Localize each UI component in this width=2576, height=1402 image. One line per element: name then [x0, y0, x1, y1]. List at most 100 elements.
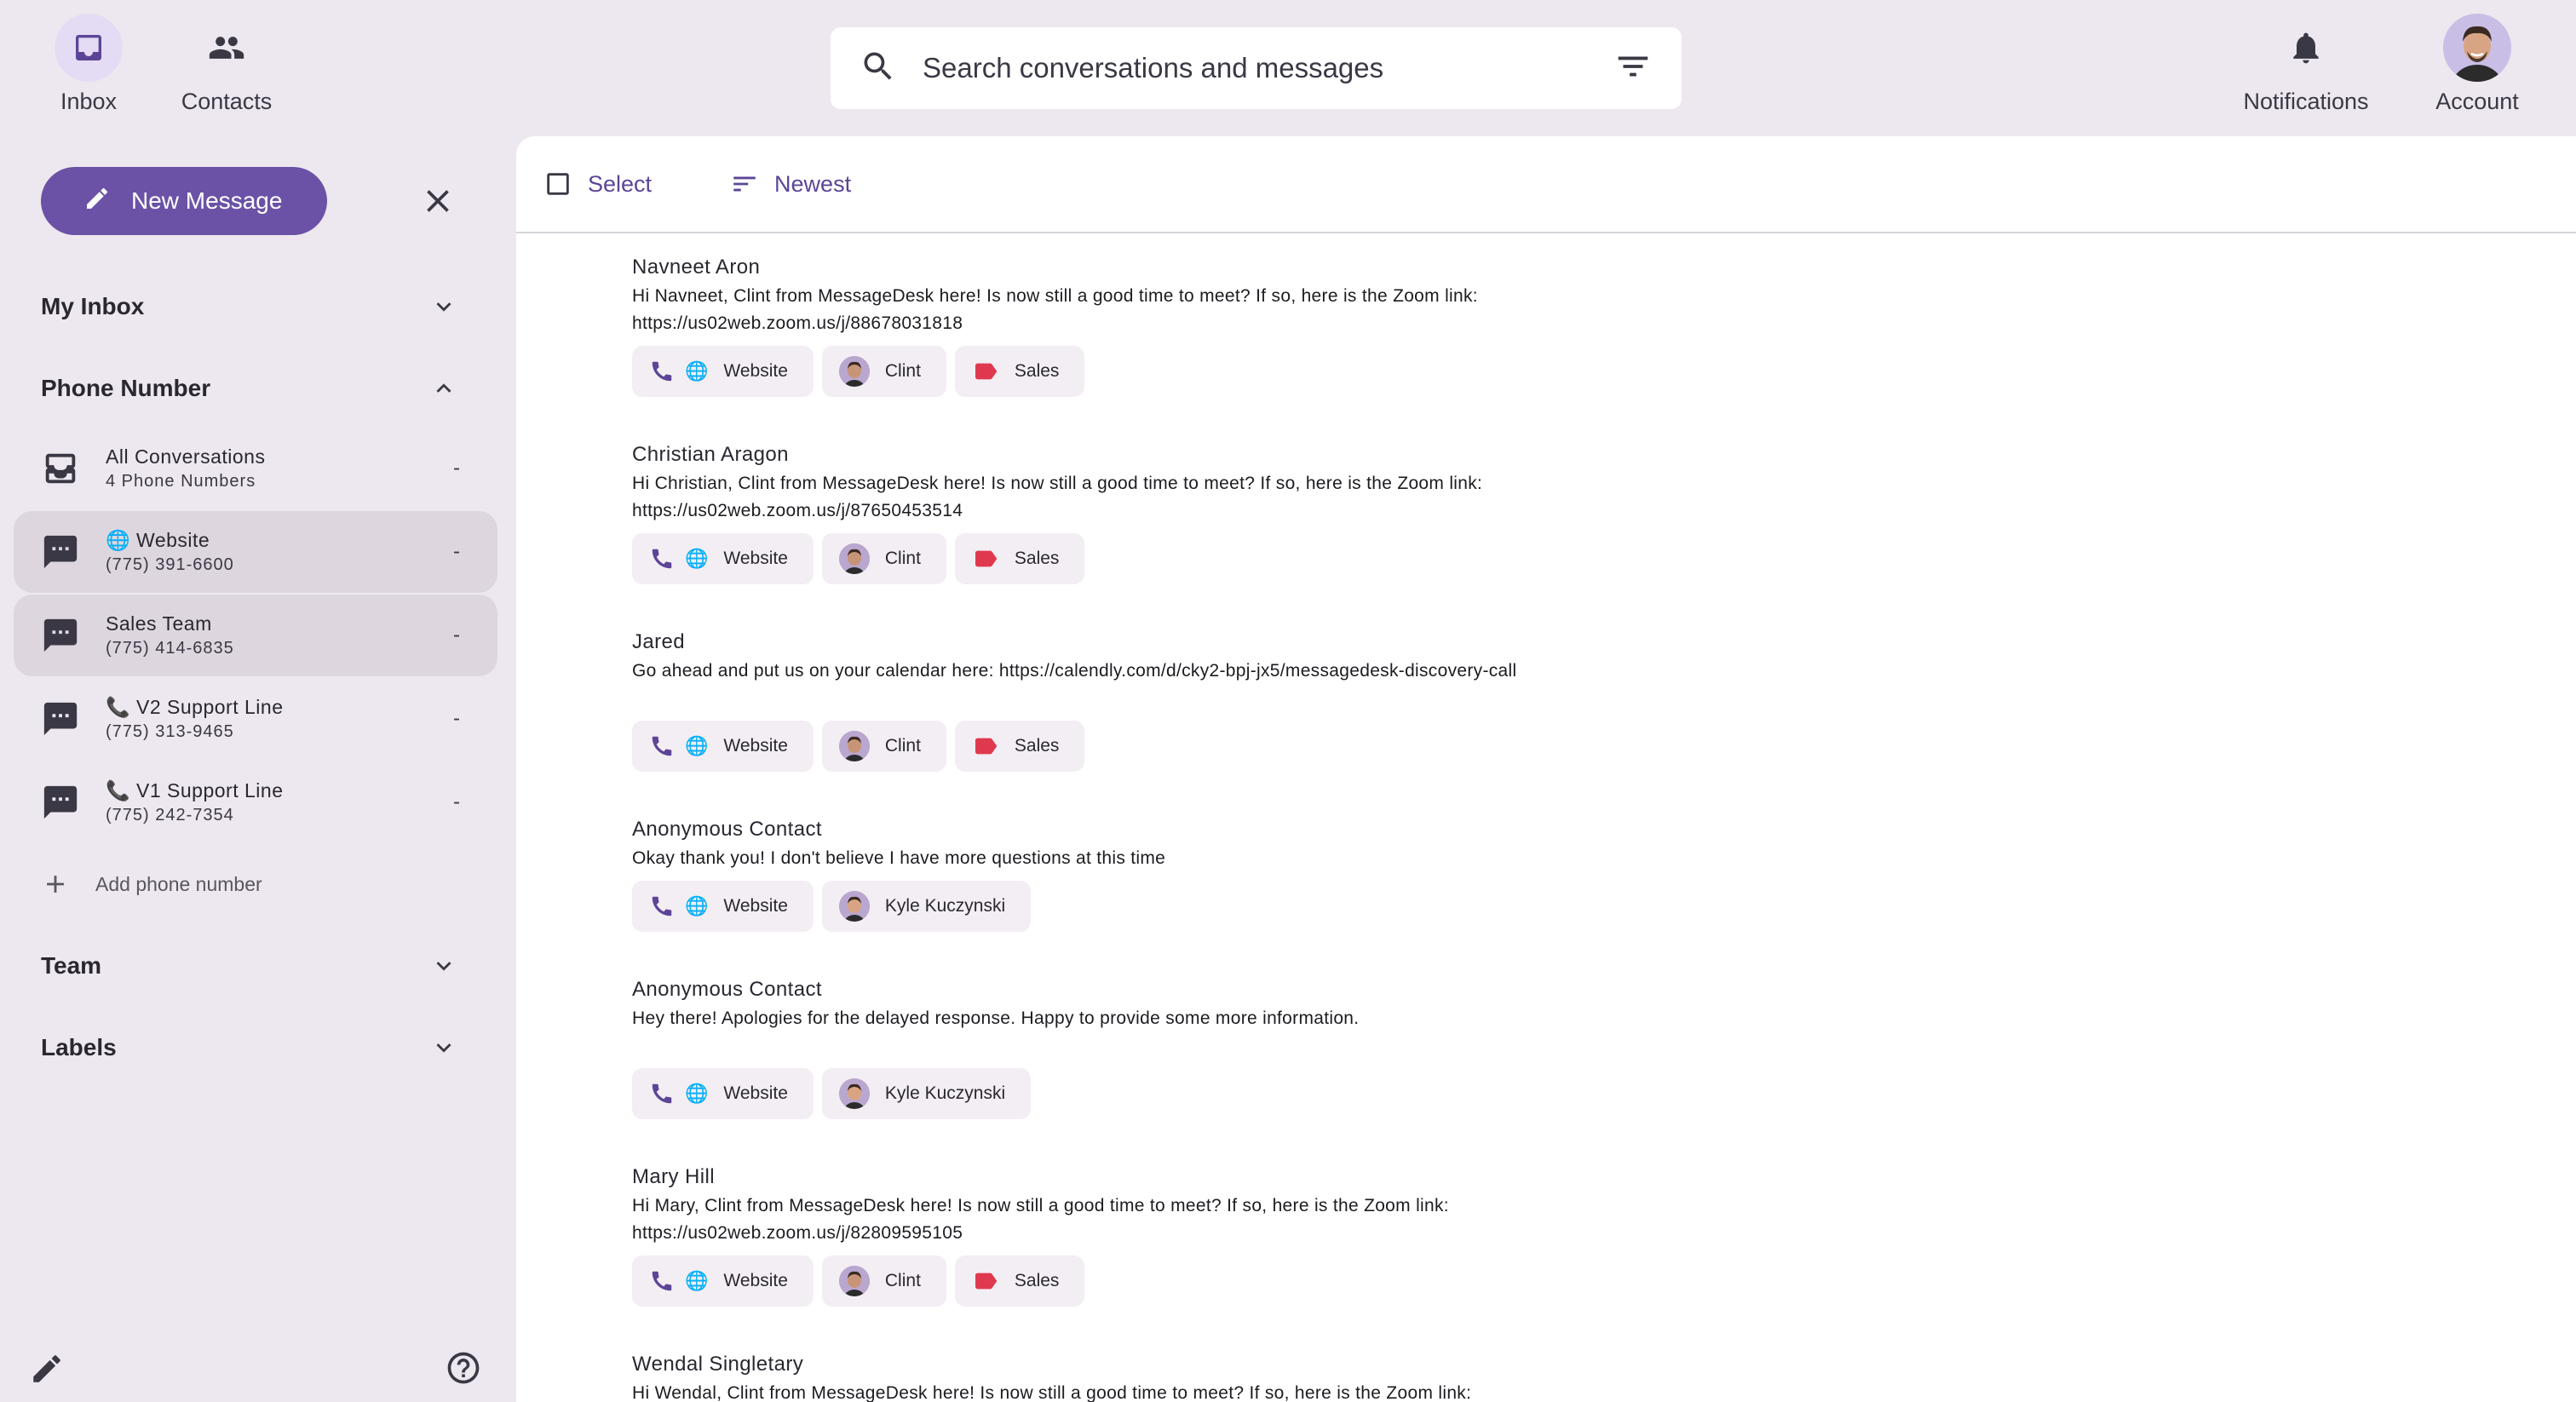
close-sidebar-button[interactable] — [419, 182, 457, 220]
nav-account[interactable]: Account — [2405, 14, 2550, 124]
filter-icon[interactable] — [1613, 47, 1653, 90]
pencil-icon — [83, 185, 111, 218]
conversation-chips: 🌐 Website Kyle Kuczynski — [632, 1068, 1032, 1119]
line-chip[interactable]: 🌐 Website — [632, 881, 814, 932]
conversation-chips: 🌐 Website Clint Sales — [632, 346, 1085, 397]
label-chip[interactable]: Sales — [954, 346, 1085, 397]
phone-row-all-conversations[interactable]: All Conversations 4 Phone Numbers - — [14, 428, 497, 509]
agent-avatar — [838, 1266, 870, 1296]
nav-inbox-label: Inbox — [60, 89, 118, 114]
search-input[interactable] — [923, 52, 1613, 84]
phone-icon — [652, 1083, 672, 1104]
nav-account-label: Account — [2435, 89, 2519, 114]
conversation-chips: 🌐 Website Clint Sales — [632, 533, 1085, 584]
phone-row-title: 📞 V1 Support Line — [106, 779, 284, 802]
label-tag-icon — [975, 738, 998, 755]
select-button[interactable]: Select — [543, 170, 652, 198]
agent-chip-label: Clint — [884, 736, 921, 756]
line-chip[interactable]: 🌐 Website — [632, 346, 814, 397]
agent-avatar — [838, 731, 870, 761]
help-icon — [447, 1352, 480, 1384]
phone-icon — [652, 549, 672, 569]
conversation-item[interactable]: Navneet Aron Hi Navneet, Clint from Mess… — [632, 256, 2506, 397]
phone-row-title: Sales Team — [106, 612, 212, 635]
conversation-item[interactable]: Wendal Singletary Hi Wendal, Clint from … — [632, 1353, 2506, 1402]
phone-row-website[interactable]: 🌐 Website (775) 391-6600 - — [14, 511, 497, 593]
phone-row-count: - — [453, 623, 460, 646]
conversation-list-panel: Select Newest Navneet Aron Hi Navneet, C… — [516, 136, 2576, 1402]
contact-name: Mary Hill — [632, 1165, 715, 1188]
label-chip[interactable]: Sales — [954, 1255, 1085, 1307]
nav-notifications-label: Notifications — [2243, 89, 2369, 114]
globe-icon: 🌐 — [685, 360, 709, 382]
agent-chip-label: Clint — [884, 361, 921, 381]
agent-chip-label: Clint — [884, 1271, 921, 1290]
inbox-icon — [55, 14, 123, 82]
inbox-stack-icon — [45, 453, 76, 484]
conversation-item[interactable]: Anonymous Contact Okay thank you! I don'… — [632, 818, 2506, 932]
line-chip[interactable]: 🌐 Website — [632, 1068, 814, 1119]
chat-bubble-icon — [43, 618, 78, 652]
agent-chip[interactable]: Kyle Kuczynski — [821, 1068, 1032, 1119]
label-chip[interactable]: Sales — [954, 721, 1085, 772]
nav-notifications[interactable]: Notifications — [2234, 14, 2378, 124]
chevron-down-icon — [436, 302, 451, 312]
message-preview: Hi Christian, Clint from MessageDesk her… — [632, 474, 1483, 520]
globe-icon: 🌐 — [685, 548, 709, 569]
contact-name: Jared — [632, 630, 686, 653]
line-chip[interactable]: 🌐 Website — [632, 1255, 814, 1307]
line-chip[interactable]: 🌐 Website — [632, 721, 814, 772]
message-preview: Hi Navneet, Clint from MessageDesk here!… — [632, 286, 1478, 333]
nav-contacts-label: Contacts — [181, 89, 273, 114]
phone-row-count: - — [453, 707, 460, 730]
section-my-inbox-label: My Inbox — [41, 293, 145, 319]
avatar — [2443, 14, 2511, 82]
agent-chip-label: Kyle Kuczynski — [884, 896, 1006, 916]
conversation-item[interactable]: Jared Go ahead and put us on your calend… — [632, 630, 2506, 772]
message-preview: Go ahead and put us on your calendar her… — [632, 661, 1517, 681]
line-chip[interactable]: 🌐 Website — [632, 533, 814, 584]
agent-chip[interactable]: Clint — [821, 721, 946, 772]
help-button[interactable] — [445, 1349, 482, 1387]
phone-row-sales-team[interactable]: Sales Team (775) 414-6835 - — [14, 595, 497, 676]
agent-chip[interactable]: Clint — [821, 346, 946, 397]
label-chip[interactable]: Sales — [954, 533, 1085, 584]
globe-icon: 🌐 — [685, 895, 709, 916]
new-message-button[interactable]: New Message — [41, 167, 327, 235]
agent-chip[interactable]: Clint — [821, 533, 946, 584]
line-chip-label: Website — [723, 1271, 788, 1290]
label-chip-label: Sales — [1014, 1271, 1060, 1290]
phone-row-title: 🌐 Website — [106, 529, 210, 551]
phone-row-v2-support[interactable]: 📞 V2 Support Line (775) 313-9465 - — [14, 678, 497, 760]
sort-button[interactable]: Newest — [730, 170, 851, 198]
chat-bubble-icon — [43, 785, 78, 819]
phone-row-v1-support[interactable]: 📞 V1 Support Line (775) 242-7354 - — [14, 761, 497, 843]
globe-icon: 🌐 — [685, 1083, 709, 1104]
line-chip-label: Website — [723, 549, 788, 568]
conversation-item[interactable]: Christian Aragon Hi Christian, Clint fro… — [632, 443, 2506, 584]
message-preview: Hi Mary, Clint from MessageDesk here! Is… — [632, 1196, 1449, 1243]
message-preview: Hi Wendal, Clint from MessageDesk here! … — [632, 1383, 1472, 1402]
edit-button[interactable] — [29, 1351, 65, 1387]
search-bar — [831, 27, 1682, 109]
nav-inbox[interactable]: Inbox — [16, 14, 161, 124]
add-phone-number-button[interactable]: Add phone number — [41, 865, 262, 903]
add-phone-number-label: Add phone number — [95, 872, 262, 895]
agent-chip[interactable]: Kyle Kuczynski — [821, 881, 1032, 932]
agent-chip[interactable]: Clint — [821, 1255, 946, 1307]
line-chip-label: Website — [723, 361, 788, 381]
list-toolbar: Select Newest — [516, 136, 2576, 233]
plus-icon — [47, 876, 64, 893]
phone-row-title: All Conversations — [106, 445, 266, 468]
conversation-item[interactable]: Anonymous Contact Hey there! Apologies f… — [632, 978, 2506, 1119]
section-phone-number[interactable]: Phone Number — [41, 363, 458, 414]
nav-contacts[interactable]: Contacts — [154, 14, 299, 124]
label-chip-label: Sales — [1014, 549, 1060, 568]
agent-avatar — [838, 356, 870, 387]
conversation-item[interactable]: Mary Hill Hi Mary, Clint from MessageDes… — [632, 1165, 2506, 1307]
phone-row-subtitle: (775) 313-9465 — [106, 722, 234, 741]
section-team[interactable]: Team — [41, 940, 458, 991]
section-my-inbox[interactable]: My Inbox — [41, 281, 458, 332]
section-labels[interactable]: Labels — [41, 1022, 458, 1073]
phone-row-count: - — [453, 790, 460, 813]
